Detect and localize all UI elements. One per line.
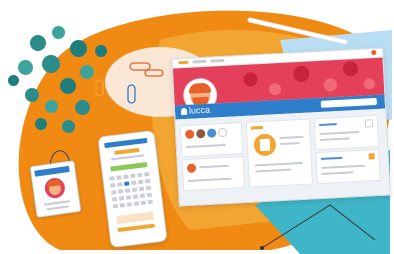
task-card[interactable]: [315, 148, 381, 185]
colleague-card[interactable]: [181, 156, 246, 192]
team-card[interactable]: [179, 122, 244, 158]
app-window: lucca: [171, 47, 391, 207]
dashboard-content: [175, 108, 390, 206]
badge-card: [29, 160, 82, 218]
user-avatar-icon[interactable]: [371, 49, 377, 56]
illustration-scene: lucca: [0, 0, 394, 254]
profile-avatar[interactable]: [183, 78, 218, 106]
document-card[interactable]: [245, 118, 314, 188]
info-card[interactable]: [313, 114, 380, 151]
map-pin-icon: [180, 107, 188, 116]
brand-name: lucca: [188, 104, 211, 116]
document-icon: [253, 133, 277, 157]
badge-avatar: [43, 176, 67, 200]
search-input[interactable]: [320, 97, 377, 108]
